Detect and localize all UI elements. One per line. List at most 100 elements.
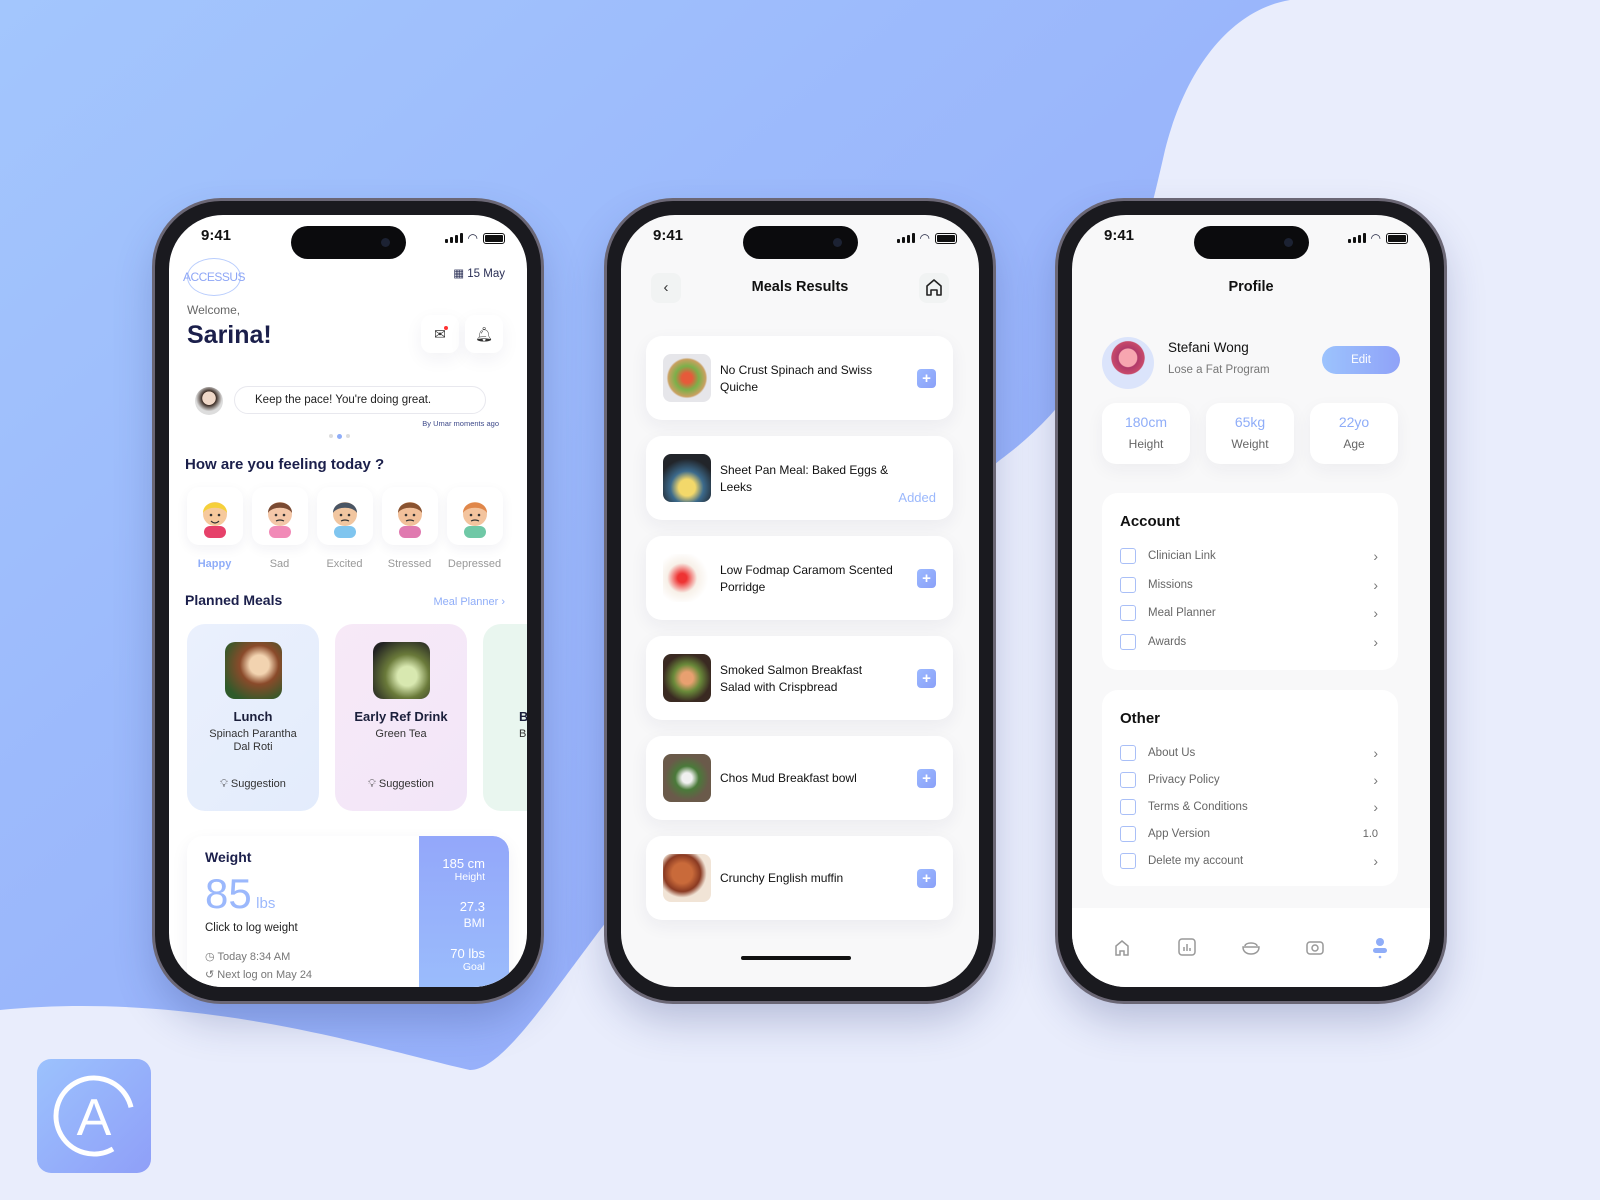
menu-item-about-us[interactable]: About Us › — [1120, 742, 1378, 764]
bell-icon: 🔔︎ — [475, 326, 493, 342]
meal-planner-link[interactable]: Meal Planner › — [433, 596, 505, 608]
meal-result-item[interactable]: No Crust Spinach and Swiss Quiche + — [646, 336, 953, 420]
add-meal-button[interactable]: + — [917, 669, 936, 688]
weight-card[interactable]: Weight 85 lbs Click to log weight ◷ Toda… — [187, 836, 509, 987]
menu-item-label: Meal Planner — [1148, 607, 1216, 619]
menu-item-terms-conditions[interactable]: Terms & Conditions › — [1120, 796, 1378, 818]
nav-camera-icon[interactable] — [1304, 936, 1326, 958]
menu-item-label: Terms & Conditions — [1148, 801, 1248, 813]
meal-card[interactable]: Lunch Spinach Parantha Dal Roti 💡︎ Sugge… — [187, 624, 319, 811]
menu-item-label: Awards — [1148, 635, 1187, 648]
meal-image — [663, 854, 711, 902]
wifi-icon: ◠ — [1370, 231, 1381, 245]
menu-item-meal-planner[interactable]: Meal Planner › — [1120, 602, 1378, 624]
bmi-value: 27.3 — [459, 899, 485, 914]
edit-profile-button[interactable]: Edit — [1322, 346, 1400, 374]
meal-result-item[interactable]: Crunchy English muffin + — [646, 836, 953, 920]
meal-card[interactable]: Early Ref Drink Green Tea 💡︎ Suggestion — [335, 624, 467, 811]
meal-result-item[interactable]: Sheet Pan Meal: Baked Eggs & Leeks Added — [646, 436, 953, 520]
add-meal-button[interactable]: + — [917, 869, 936, 888]
meal-title: Early Ref Drink — [354, 709, 448, 724]
terms-conditions-icon — [1120, 799, 1136, 815]
status-time: 9:41 — [1104, 227, 1135, 244]
mood-list: Happy Sad Excited Stressed Depressed — [182, 487, 507, 570]
menu-item-app-version[interactable]: App Version 1.0 — [1120, 823, 1378, 845]
user-name: Sarina! — [187, 321, 272, 349]
nav-home-icon[interactable] — [1111, 936, 1133, 958]
chevron-right-icon: › — [1373, 853, 1378, 869]
menu-item-clinician-link[interactable]: Clinician Link › — [1120, 545, 1378, 567]
other-section: Other About Us › Privacy Policy › Terms & Co… — [1102, 690, 1398, 886]
meal-result-item[interactable]: Low Fodmap Caramom Scented Porridge + — [646, 536, 953, 620]
phone-home: 9:41 ◠ ACCESSUS ▦ 15 May Welcome, Sarina… — [155, 201, 541, 1001]
menu-item-label: App Version — [1148, 828, 1211, 840]
messages-button[interactable]: ✉ — [421, 315, 459, 353]
clock-icon: ◷ — [205, 951, 218, 963]
meal-planner-link-text: Meal Planner — [433, 596, 499, 608]
mood-stressed[interactable]: Stressed — [377, 487, 442, 570]
meal-result-item[interactable]: Chos Mud Breakfast bowl + — [646, 736, 953, 820]
mood-happy[interactable]: Happy — [182, 487, 247, 570]
mood-sad[interactable]: Sad — [247, 487, 312, 570]
meal-name: Low Fodmap Caramom Scented Porridge — [720, 563, 893, 594]
meal-name: Smoked Salmon Breakfast Salad with Crisp… — [720, 663, 863, 694]
nav-bowl-icon[interactable] — [1240, 936, 1262, 958]
stat-value: 180cm — [1124, 414, 1168, 430]
menu-item-label: Clinician Link — [1148, 550, 1216, 562]
menu-item-awards[interactable]: Awards › — [1120, 631, 1378, 653]
meal-image — [663, 354, 711, 402]
other-heading: Other — [1120, 710, 1161, 727]
nav-chart-icon[interactable] — [1176, 936, 1198, 958]
chevron-right-icon: › — [1373, 548, 1378, 564]
accessus-logo-icon: A — [53, 1075, 135, 1157]
meal-planner-icon — [1120, 605, 1136, 621]
next-log-text: Next log on May 24 — [217, 969, 313, 981]
chevron-right-icon: › — [1373, 576, 1378, 593]
carousel-dots[interactable] — [329, 434, 350, 439]
mood-label: Depressed — [447, 558, 502, 570]
meal-image — [663, 454, 711, 502]
mood-depressed[interactable]: Depressed — [442, 487, 507, 570]
goal-label: Goal — [462, 961, 485, 973]
wifi-icon: ◠ — [467, 231, 478, 245]
status-time: 9:41 — [653, 227, 684, 244]
add-meal-button[interactable]: + — [917, 569, 936, 588]
signal-icon — [896, 233, 915, 243]
menu-item-delete-my-account[interactable]: Delete my account › — [1120, 850, 1378, 872]
nav-profile-icon[interactable] — [1369, 936, 1391, 959]
home-icon — [926, 279, 942, 296]
add-meal-button[interactable]: + — [917, 769, 936, 788]
wifi-icon: ◠ — [919, 231, 930, 245]
meal-card[interactable]: B Br — [483, 624, 527, 811]
home-indicator — [741, 956, 851, 960]
clinician-link-icon — [1120, 548, 1136, 564]
dynamic-island — [743, 226, 858, 259]
signal-icon — [444, 233, 463, 243]
height-label: Height — [454, 871, 485, 883]
account-heading: Account — [1120, 513, 1180, 530]
home-button[interactable] — [919, 273, 949, 303]
menu-item-value: 1.0 — [1362, 828, 1378, 840]
chevron-right-icon: › — [1373, 772, 1378, 788]
add-meal-button[interactable]: + — [917, 369, 936, 388]
next-log: ↺ Next log on May 24 — [205, 968, 312, 981]
notifications-button[interactable]: 🔔︎ — [465, 315, 503, 353]
meal-name: Chos Mud Breakfast bowl — [720, 771, 857, 785]
stat-label: Weight — [1231, 437, 1269, 451]
meal-subtitle: Green Tea — [375, 728, 427, 740]
message-bubble: Keep the pace! You're doing great. — [234, 386, 486, 414]
weight-title: Weight — [205, 849, 252, 865]
weight-number: 85 — [205, 870, 252, 917]
menu-item-privacy-policy[interactable]: Privacy Policy › — [1120, 769, 1378, 791]
message-meta: By Umar moments ago — [422, 419, 499, 428]
body-stats-panel: 185 cm Height 27.3 BMI 70 lbs Goal — [419, 836, 509, 987]
status-icons: ◠ — [896, 231, 957, 245]
chevron-right-icon: › — [1373, 799, 1378, 815]
mood-excited[interactable]: Excited — [312, 487, 377, 570]
log-weight-cta[interactable]: Click to log weight — [205, 922, 298, 934]
coach-avatar — [195, 387, 223, 415]
meal-result-item[interactable]: Smoked Salmon Breakfast Salad with Crisp… — [646, 636, 953, 720]
history-icon: ↺ — [205, 969, 218, 981]
menu-item-missions[interactable]: Missions › — [1120, 574, 1378, 596]
menu-item-label: About Us — [1148, 747, 1196, 759]
